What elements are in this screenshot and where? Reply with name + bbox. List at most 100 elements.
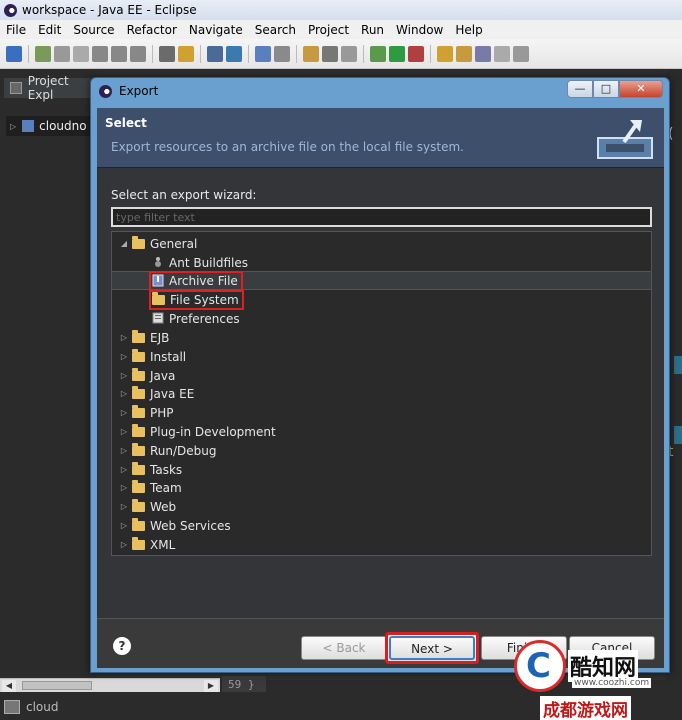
console-icon[interactable] xyxy=(159,45,175,62)
back-button[interactable]: < Back xyxy=(301,636,387,660)
collapse-arrow-icon[interactable]: ◢ xyxy=(116,239,132,248)
step-over-icon[interactable] xyxy=(111,45,127,62)
tree-item-ejb[interactable]: ▷ EJB xyxy=(112,328,651,347)
debug-icon[interactable] xyxy=(6,45,22,62)
debug-run-icon[interactable] xyxy=(370,45,386,62)
menu-navigate[interactable]: Navigate xyxy=(183,23,249,37)
expand-arrow-icon[interactable]: ▷ xyxy=(10,122,16,131)
menu-refactor[interactable]: Refactor xyxy=(121,23,183,37)
menu-edit[interactable]: Edit xyxy=(32,23,67,37)
tree-item-label: Web Services xyxy=(150,518,231,533)
drop-to-frame-icon[interactable] xyxy=(178,45,194,62)
wizard-tree: ◢ General Ant Buildfiles Archive File Fi… xyxy=(111,231,652,556)
next-button[interactable]: Next > xyxy=(389,636,475,660)
expand-arrow-icon[interactable]: ▷ xyxy=(116,408,132,417)
terminate-icon[interactable] xyxy=(73,45,89,62)
tree-item-preferences[interactable]: Preferences xyxy=(112,309,651,328)
maximize-button[interactable]: □ xyxy=(593,80,619,98)
tree-item-project[interactable]: ▷ cloudno xyxy=(6,116,94,136)
preferences-icon xyxy=(152,312,164,324)
tab-project-explorer[interactable]: Project Expl xyxy=(4,74,96,102)
cloud-status-icon xyxy=(4,700,20,714)
scroll-right-icon[interactable]: ▶ xyxy=(204,680,218,692)
suspend-icon[interactable] xyxy=(54,45,70,62)
external-tools-icon[interactable] xyxy=(408,45,424,62)
editor-marker xyxy=(674,356,682,374)
toolbar-separator xyxy=(248,44,249,63)
new-icon[interactable] xyxy=(303,45,319,62)
dialog-body: Select Export resources to an archive fi… xyxy=(97,108,664,668)
open-task-icon[interactable] xyxy=(456,45,472,62)
publish-icon[interactable] xyxy=(226,45,242,62)
print-icon[interactable] xyxy=(341,45,357,62)
project-explorer-icon xyxy=(10,82,22,94)
scroll-thumb[interactable] xyxy=(22,681,92,690)
expand-arrow-icon[interactable]: ▷ xyxy=(116,446,132,455)
tree-item-general[interactable]: ◢ General xyxy=(112,234,651,253)
help-button[interactable]: ? xyxy=(113,637,131,655)
folder-icon xyxy=(132,461,145,475)
expand-arrow-icon[interactable]: ▷ xyxy=(116,483,132,492)
back-nav-icon[interactable] xyxy=(513,45,529,62)
expand-arrow-icon[interactable]: ▷ xyxy=(116,352,132,361)
expand-arrow-icon[interactable]: ▷ xyxy=(116,465,132,474)
expand-arrow-icon[interactable]: ▷ xyxy=(116,521,132,530)
expand-arrow-icon[interactable]: ▷ xyxy=(116,371,132,380)
menu-project[interactable]: Project xyxy=(302,23,355,37)
search-icon[interactable] xyxy=(475,45,491,62)
resume-icon[interactable] xyxy=(35,45,51,62)
tree-item-php[interactable]: ▷ PHP xyxy=(112,403,651,422)
web-service-icon[interactable] xyxy=(255,45,271,62)
tree-item-java[interactable]: ▷ Java xyxy=(112,366,651,385)
minimize-button[interactable]: — xyxy=(567,80,593,98)
tree-item-web-services[interactable]: ▷ Web Services xyxy=(112,516,651,535)
expand-arrow-icon[interactable]: ▷ xyxy=(116,427,132,436)
tree-item-web[interactable]: ▷ Web xyxy=(112,497,651,516)
editor-marker xyxy=(674,426,682,444)
tree-item-label: PHP xyxy=(150,405,174,420)
tree-item-ant-buildfiles[interactable]: Ant Buildfiles xyxy=(112,253,651,272)
folder-icon xyxy=(132,423,145,437)
new-server-icon[interactable] xyxy=(207,45,223,62)
tree-item-xml[interactable]: ▷ XML xyxy=(112,535,651,554)
tree-item-archive-file[interactable]: Archive File xyxy=(112,270,651,291)
menu-window[interactable]: Window xyxy=(390,23,449,37)
template-icon[interactable] xyxy=(274,45,290,62)
horizontal-scrollbar[interactable]: ◀ ▶ xyxy=(0,678,220,692)
project-label: cloudno xyxy=(39,119,87,133)
dialog-banner: Select Export resources to an archive fi… xyxy=(97,108,664,168)
expand-arrow-icon[interactable]: ▷ xyxy=(116,502,132,511)
tree-item-java-ee[interactable]: ▷ Java EE xyxy=(112,384,651,403)
tree-item-label: Install xyxy=(150,349,187,364)
menu-search[interactable]: Search xyxy=(249,23,302,37)
toolbar-separator xyxy=(200,44,201,63)
tree-item-run-debug[interactable]: ▷ Run/Debug xyxy=(112,441,651,460)
step-return-icon[interactable] xyxy=(130,45,146,62)
scroll-left-icon[interactable]: ◀ xyxy=(2,680,16,692)
expand-arrow-icon[interactable]: ▷ xyxy=(116,540,132,549)
expand-arrow-icon[interactable]: ▷ xyxy=(116,389,132,398)
tree-item-tasks[interactable]: ▷ Tasks xyxy=(112,460,651,479)
tree-item-team[interactable]: ▷ Team xyxy=(112,478,651,497)
save-icon[interactable] xyxy=(322,45,338,62)
menu-run[interactable]: Run xyxy=(355,23,390,37)
close-button[interactable]: ✕ xyxy=(619,80,663,98)
navigation-icon[interactable] xyxy=(494,45,510,62)
folder-icon xyxy=(132,329,145,343)
step-into-icon[interactable] xyxy=(92,45,108,62)
folder-icon xyxy=(132,498,145,512)
menu-source[interactable]: Source xyxy=(67,23,120,37)
window-title: workspace - Java EE - Eclipse xyxy=(22,3,197,17)
menu-file[interactable]: File xyxy=(0,23,32,37)
tree-item-file-system[interactable]: File System xyxy=(112,289,651,310)
open-type-icon[interactable] xyxy=(437,45,453,62)
banner-title: Select xyxy=(105,116,147,130)
run-icon[interactable] xyxy=(389,45,405,62)
menu-bar: File Edit Source Refactor Navigate Searc… xyxy=(0,20,682,39)
menu-help[interactable]: Help xyxy=(449,23,488,37)
tree-item-plugin-development[interactable]: ▷ Plug-in Development xyxy=(112,422,651,441)
tree-item-install[interactable]: ▷ Install xyxy=(112,347,651,366)
wizard-label: Select an export wizard: xyxy=(111,188,257,202)
filter-input[interactable] xyxy=(111,207,652,227)
expand-arrow-icon[interactable]: ▷ xyxy=(116,333,132,342)
